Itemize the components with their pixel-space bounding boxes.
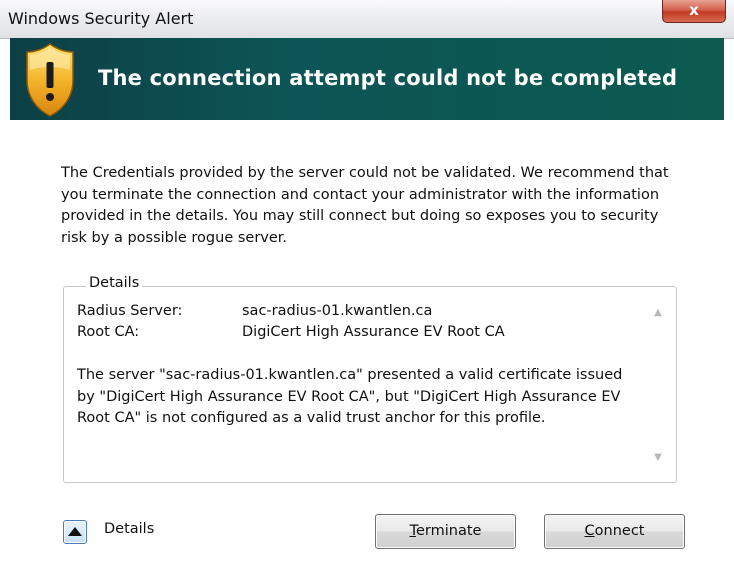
- details-toggle-label[interactable]: Details: [104, 521, 154, 537]
- banner-title: The connection attempt could not be comp…: [98, 66, 678, 90]
- close-icon: x: [689, 1, 699, 19]
- details-description: The server "sac-radius-01.kwantlen.ca" p…: [77, 367, 623, 426]
- radius-server-label: Radius Server:: [77, 303, 183, 319]
- terminate-button[interactable]: Terminate: [375, 514, 516, 549]
- scroll-up-arrow-icon[interactable]: ▲: [649, 307, 667, 318]
- scroll-down-arrow-icon[interactable]: ▼: [649, 452, 667, 463]
- details-toggle-button[interactable]: [63, 520, 87, 544]
- connect-button[interactable]: Connect: [544, 514, 685, 549]
- close-button[interactable]: x: [662, 0, 726, 23]
- terminate-label: erminate: [415, 523, 482, 539]
- warning-shield-icon: [26, 43, 74, 117]
- alert-message: The Credentials provided by the server c…: [61, 165, 669, 246]
- connect-mnemonic: C: [584, 523, 595, 539]
- window-title: Windows Security Alert: [8, 9, 194, 28]
- title-bar[interactable]: Windows Security Alert x: [0, 0, 734, 39]
- collapse-arrow-icon: [68, 527, 82, 536]
- root-ca-label: Root CA:: [77, 324, 140, 340]
- security-alert-window: Windows Security Alert x The connection …: [0, 0, 734, 562]
- details-legend: Details: [86, 275, 143, 291]
- alert-banner: The connection attempt could not be comp…: [10, 38, 724, 120]
- connect-label: onnect: [594, 523, 645, 539]
- radius-server-value: sac-radius-01.kwantlen.ca: [242, 303, 433, 319]
- root-ca-value: DigiCert High Assurance EV Root CA: [242, 324, 505, 340]
